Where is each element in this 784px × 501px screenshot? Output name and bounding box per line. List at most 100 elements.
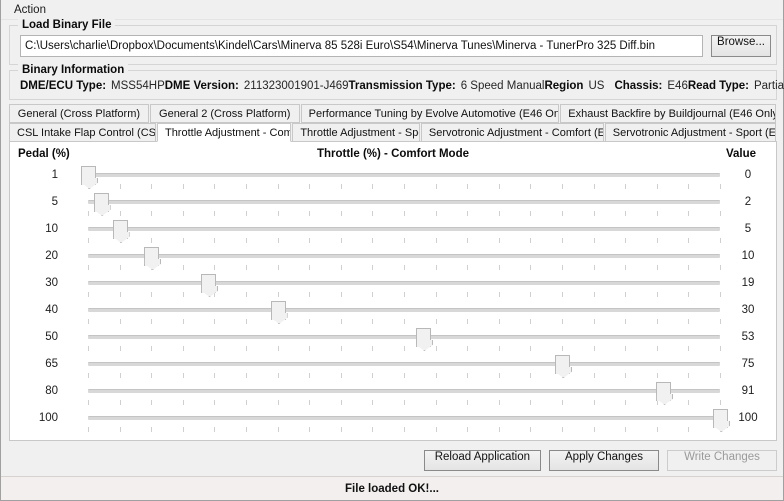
- info-field-dme-ecu-type: DME/ECU Type: MSS54HP: [20, 80, 165, 92]
- slider-tick: [151, 292, 153, 297]
- slider-tick: [340, 184, 342, 189]
- throttle-row: 40 30: [10, 299, 776, 326]
- slider-tick: [119, 400, 121, 405]
- tab-servotronic-adjustment-sport-e39-only[interactable]: Servotronic Adjustment - Sport (E39 Only…: [604, 123, 776, 142]
- pedal-percent-label: 50: [45, 331, 58, 343]
- throttle-slider[interactable]: [80, 164, 728, 191]
- slider-thumb[interactable]: [112, 220, 128, 239]
- slider-ticks: [88, 184, 721, 189]
- slider-thumb[interactable]: [270, 301, 286, 320]
- slider-thumb[interactable]: [93, 193, 109, 212]
- slider-tick: [151, 184, 153, 189]
- slider-tick: [498, 292, 500, 297]
- slider-thumb[interactable]: [656, 382, 672, 401]
- slider-track[interactable]: [88, 200, 720, 204]
- pedal-percent-label: 1: [51, 169, 58, 181]
- slider-tick: [214, 373, 216, 378]
- slider-thumb[interactable]: [81, 166, 96, 185]
- slider-tick: [88, 400, 89, 405]
- slider-tick: [498, 427, 500, 432]
- slider-tick: [498, 184, 500, 189]
- slider-track[interactable]: [88, 389, 720, 393]
- slider-tick: [530, 319, 532, 324]
- slider-tick: [404, 238, 405, 243]
- slider-track[interactable]: [88, 227, 720, 231]
- info-value-dme-ecu-type: MSS54HP: [111, 80, 165, 92]
- slider-track[interactable]: [88, 416, 720, 420]
- slider-ticks: [88, 373, 721, 378]
- slider-tick: [593, 211, 595, 216]
- throttle-row: 30 19: [10, 272, 776, 299]
- tab-general-2-cross-platform[interactable]: General 2 (Cross Platform): [149, 104, 300, 123]
- slider-track[interactable]: [88, 335, 720, 339]
- slider-tick: [720, 184, 721, 189]
- slider-tick: [530, 292, 532, 297]
- apply-changes-button[interactable]: Apply Changes: [549, 449, 659, 471]
- reload-application-button[interactable]: Reload Application: [423, 449, 541, 471]
- throttle-slider[interactable]: [80, 272, 728, 299]
- throttle-slider[interactable]: [80, 353, 728, 380]
- slider-tick: [435, 373, 437, 378]
- tab-csl-intake-flap-control-csl-only[interactable]: CSL Intake Flap Control (CSL Only): [9, 123, 156, 142]
- slider-tick: [498, 211, 500, 216]
- throttle-adjustment-comfort-panel: Pedal (%) Throttle (%) - Comfort Mode Va…: [9, 141, 777, 441]
- tab-performance-tuning-by-evolve-automotive-e46-only[interactable]: Performance Tuning by Evolve Automotive …: [300, 104, 560, 123]
- slider-tick: [214, 238, 216, 243]
- slider-thumb[interactable]: [555, 355, 570, 374]
- slider-tick: [214, 400, 216, 405]
- slider-track[interactable]: [88, 281, 720, 285]
- slider-tick: [593, 184, 595, 189]
- slider-tick: [340, 265, 342, 270]
- throttle-slider[interactable]: [80, 299, 728, 326]
- slider-tick: [372, 373, 374, 378]
- throttle-value-label: 53: [741, 331, 755, 343]
- slider-thumb[interactable]: [713, 409, 728, 428]
- slider-tick: [720, 238, 721, 243]
- slider-tick: [182, 346, 184, 351]
- tab-general-cross-platform[interactable]: General (Cross Platform): [9, 104, 149, 123]
- slider-ticks: [88, 400, 721, 405]
- slider-thumb[interactable]: [144, 247, 160, 266]
- slider-tick: [151, 346, 153, 351]
- pedal-percent-label: 80: [45, 385, 58, 397]
- slider-thumb[interactable]: [415, 328, 431, 347]
- slider-tick: [625, 184, 627, 189]
- slider-tick: [119, 373, 121, 378]
- tab-servotronic-adjustment-comfort-e39-only[interactable]: Servotronic Adjustment - Comfort (E39 On…: [420, 123, 604, 142]
- slider-track[interactable]: [88, 362, 720, 366]
- menu-item-action[interactable]: Action: [9, 2, 51, 18]
- throttle-slider[interactable]: [80, 245, 728, 272]
- throttle-row: 100 100: [10, 407, 776, 434]
- slider-tick: [467, 184, 469, 189]
- load-binary-file-group: Load Binary File C:\Users\charlie\Dropbo…: [9, 19, 777, 65]
- write-changes-button: Write Changes: [667, 449, 777, 471]
- slider-tick: [656, 211, 658, 216]
- throttle-slider[interactable]: [80, 326, 728, 353]
- slider-thumb[interactable]: [201, 274, 217, 293]
- slider-track[interactable]: [88, 308, 720, 312]
- throttle-slider[interactable]: [80, 380, 728, 407]
- application-window: Action Load Binary File C:\Users\charlie…: [0, 0, 784, 501]
- slider-tick: [404, 427, 405, 432]
- slider-track[interactable]: [88, 173, 720, 177]
- menu-bar: Action: [1, 0, 783, 20]
- slider-tick: [625, 400, 627, 405]
- throttle-slider[interactable]: [80, 218, 728, 245]
- tab-exhaust-backfire-by-buildjournal-e46-only[interactable]: Exhaust Backfire by Buildjournal (E46 On…: [560, 104, 777, 123]
- slider-tick: [340, 292, 342, 297]
- slider-tick: [656, 238, 658, 243]
- slider-tick: [372, 427, 374, 432]
- info-field-region: Region US: [544, 80, 604, 92]
- slider-track[interactable]: [88, 254, 720, 258]
- throttle-row: 65 75: [10, 353, 776, 380]
- throttle-slider-rows: 1 0 5 2 10 5 20 10 30 19 40 30 50 53 65 75 80 91 100 100: [10, 164, 776, 434]
- tab-throttle-adjustment-comfort[interactable]: Throttle Adjustment - Comfort: [156, 123, 292, 142]
- binary-path-input[interactable]: C:\Users\charlie\Dropbox\Documents\Kinde…: [20, 35, 703, 57]
- slider-tick: [562, 346, 563, 351]
- throttle-value-label: 0: [744, 169, 752, 181]
- throttle-slider[interactable]: [80, 407, 728, 434]
- tab-throttle-adjustment-sport[interactable]: Throttle Adjustment - Sport: [292, 123, 420, 142]
- browse-button[interactable]: Browse...: [711, 35, 771, 57]
- throttle-slider[interactable]: [80, 191, 728, 218]
- slider-ticks: [88, 238, 721, 243]
